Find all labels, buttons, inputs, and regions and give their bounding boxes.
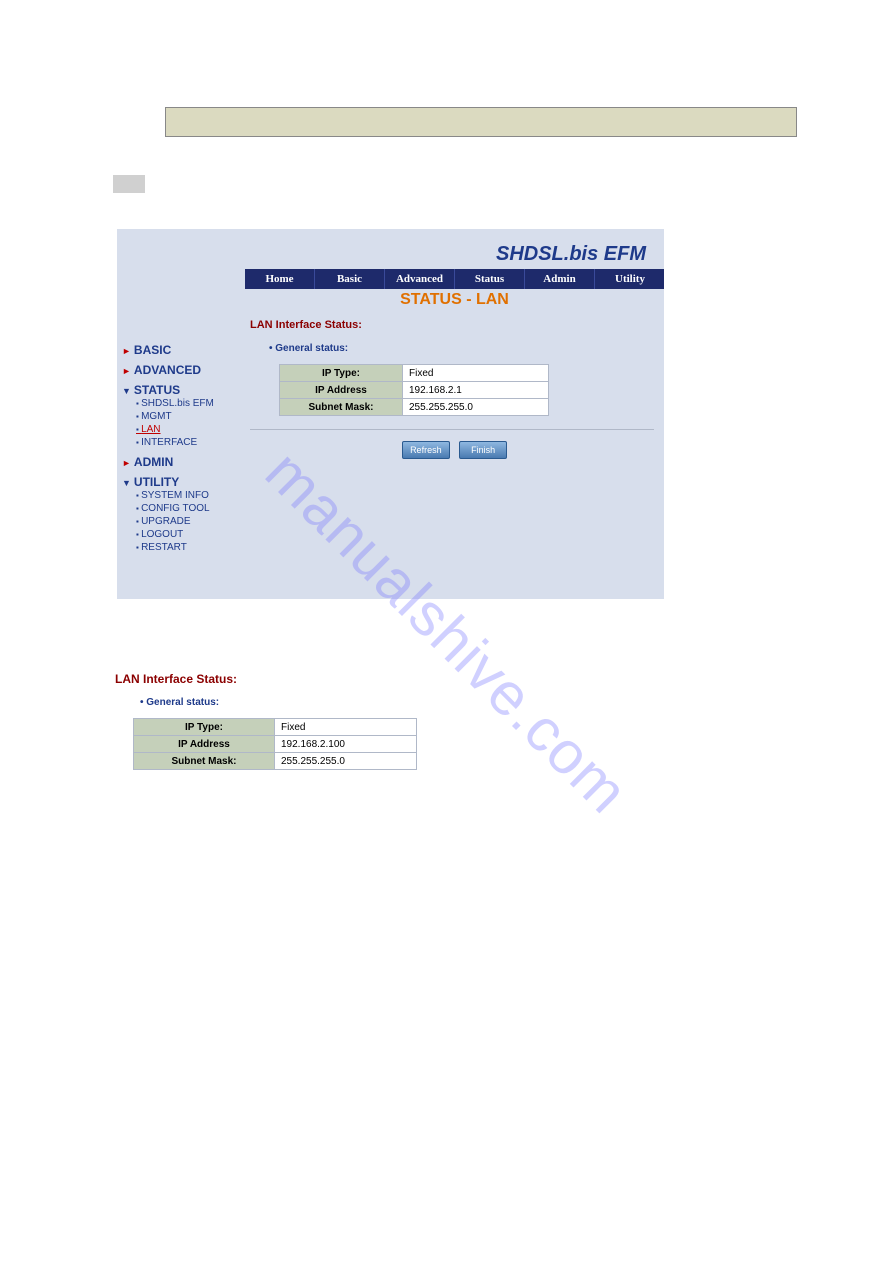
sidebar-item-upgrade[interactable]: UPGRADE <box>136 515 242 528</box>
table-row: IP Address 192.168.2.100 <box>134 736 417 753</box>
ip-type-value: Fixed <box>403 365 549 382</box>
sidebar-item-systeminfo[interactable]: SYSTEM INFO <box>136 489 242 502</box>
sidebar-item-logout[interactable]: LOGOUT <box>136 528 242 541</box>
nav-utility[interactable]: Utility <box>595 269 665 289</box>
sidebar-item-shdsl[interactable]: SHDSL.bis EFM <box>136 397 242 410</box>
sidebar-admin[interactable]: ►ADMIN <box>122 455 242 469</box>
lan-status-table: IP Type: Fixed IP Address 192.168.2.1 Su… <box>279 364 549 416</box>
lower-subnet-mask-label: Subnet Mask: <box>134 753 275 770</box>
sidebar-item-interface[interactable]: INTERFACE <box>136 436 242 449</box>
sidebar-status-list: SHDSL.bis EFM MGMT LAN INTERFACE <box>136 397 242 449</box>
small-grey-box <box>113 175 145 193</box>
sidebar-utility-list: SYSTEM INFO CONFIG TOOL UPGRADE LOGOUT R… <box>136 489 242 554</box>
sidebar-basic[interactable]: ►BASIC <box>122 343 242 357</box>
lower-subnet-mask-value: 255.255.255.0 <box>275 753 417 770</box>
sidebar: ►BASIC ►ADVANCED ▼STATUS SHDSL.bis EFM M… <box>122 337 242 554</box>
table-row: IP Type: Fixed <box>280 365 549 382</box>
arrow-right-icon: ► <box>122 458 131 468</box>
table-row: Subnet Mask: 255.255.255.0 <box>280 399 549 416</box>
nav-admin[interactable]: Admin <box>525 269 595 289</box>
sidebar-status-label: STATUS <box>134 383 180 397</box>
app-frame: SHDSL.bis EFM Home Basic Advanced Status… <box>117 229 664 599</box>
sidebar-admin-label: ADMIN <box>134 455 173 469</box>
general-status-label: General status: <box>269 343 348 354</box>
lower-ip-type-label: IP Type: <box>134 719 275 736</box>
table-row: IP Address 192.168.2.1 <box>280 382 549 399</box>
finish-button[interactable]: Finish <box>459 441 507 459</box>
arrow-down-icon: ▼ <box>122 478 131 488</box>
button-row: Refresh Finish <box>245 441 664 459</box>
top-beige-bar <box>165 107 797 137</box>
sidebar-item-configtool[interactable]: CONFIG TOOL <box>136 502 242 515</box>
arrow-down-icon: ▼ <box>122 386 131 396</box>
lower-ip-address-value: 192.168.2.100 <box>275 736 417 753</box>
page-title: STATUS - LAN <box>245 291 664 309</box>
subnet-mask-label: Subnet Mask: <box>280 399 403 416</box>
nav-home[interactable]: Home <box>245 269 315 289</box>
sidebar-utility[interactable]: ▼UTILITY <box>122 475 242 489</box>
nav-basic[interactable]: Basic <box>315 269 385 289</box>
ip-address-label: IP Address <box>280 382 403 399</box>
lower-section-title: LAN Interface Status: <box>115 672 237 686</box>
sidebar-status[interactable]: ▼STATUS <box>122 383 242 397</box>
sidebar-advanced-label: ADVANCED <box>134 363 201 377</box>
sidebar-utility-label: UTILITY <box>134 475 179 489</box>
lower-ip-address-label: IP Address <box>134 736 275 753</box>
sidebar-item-mgmt[interactable]: MGMT <box>136 410 242 423</box>
top-nav: Home Basic Advanced Status Admin Utility <box>245 269 664 289</box>
arrow-right-icon: ► <box>122 346 131 356</box>
sidebar-item-lan[interactable]: LAN <box>136 423 242 436</box>
ip-type-label: IP Type: <box>280 365 403 382</box>
subnet-mask-value: 255.255.255.0 <box>403 399 549 416</box>
sidebar-basic-label: BASIC <box>134 343 171 357</box>
sidebar-advanced[interactable]: ►ADVANCED <box>122 363 242 377</box>
table-row: Subnet Mask: 255.255.255.0 <box>134 753 417 770</box>
nav-advanced[interactable]: Advanced <box>385 269 455 289</box>
section-title: LAN Interface Status: <box>250 319 362 331</box>
arrow-right-icon: ► <box>122 366 131 376</box>
sidebar-item-restart[interactable]: RESTART <box>136 541 242 554</box>
divider <box>250 429 654 430</box>
refresh-button[interactable]: Refresh <box>402 441 450 459</box>
ip-address-value: 192.168.2.1 <box>403 382 549 399</box>
lower-lan-table: IP Type: Fixed IP Address 192.168.2.100 … <box>133 718 417 770</box>
lower-ip-type-value: Fixed <box>275 719 417 736</box>
lower-general-label: General status: <box>140 697 219 708</box>
table-row: IP Type: Fixed <box>134 719 417 736</box>
nav-status[interactable]: Status <box>455 269 525 289</box>
brand-title: SHDSL.bis EFM <box>496 243 646 266</box>
